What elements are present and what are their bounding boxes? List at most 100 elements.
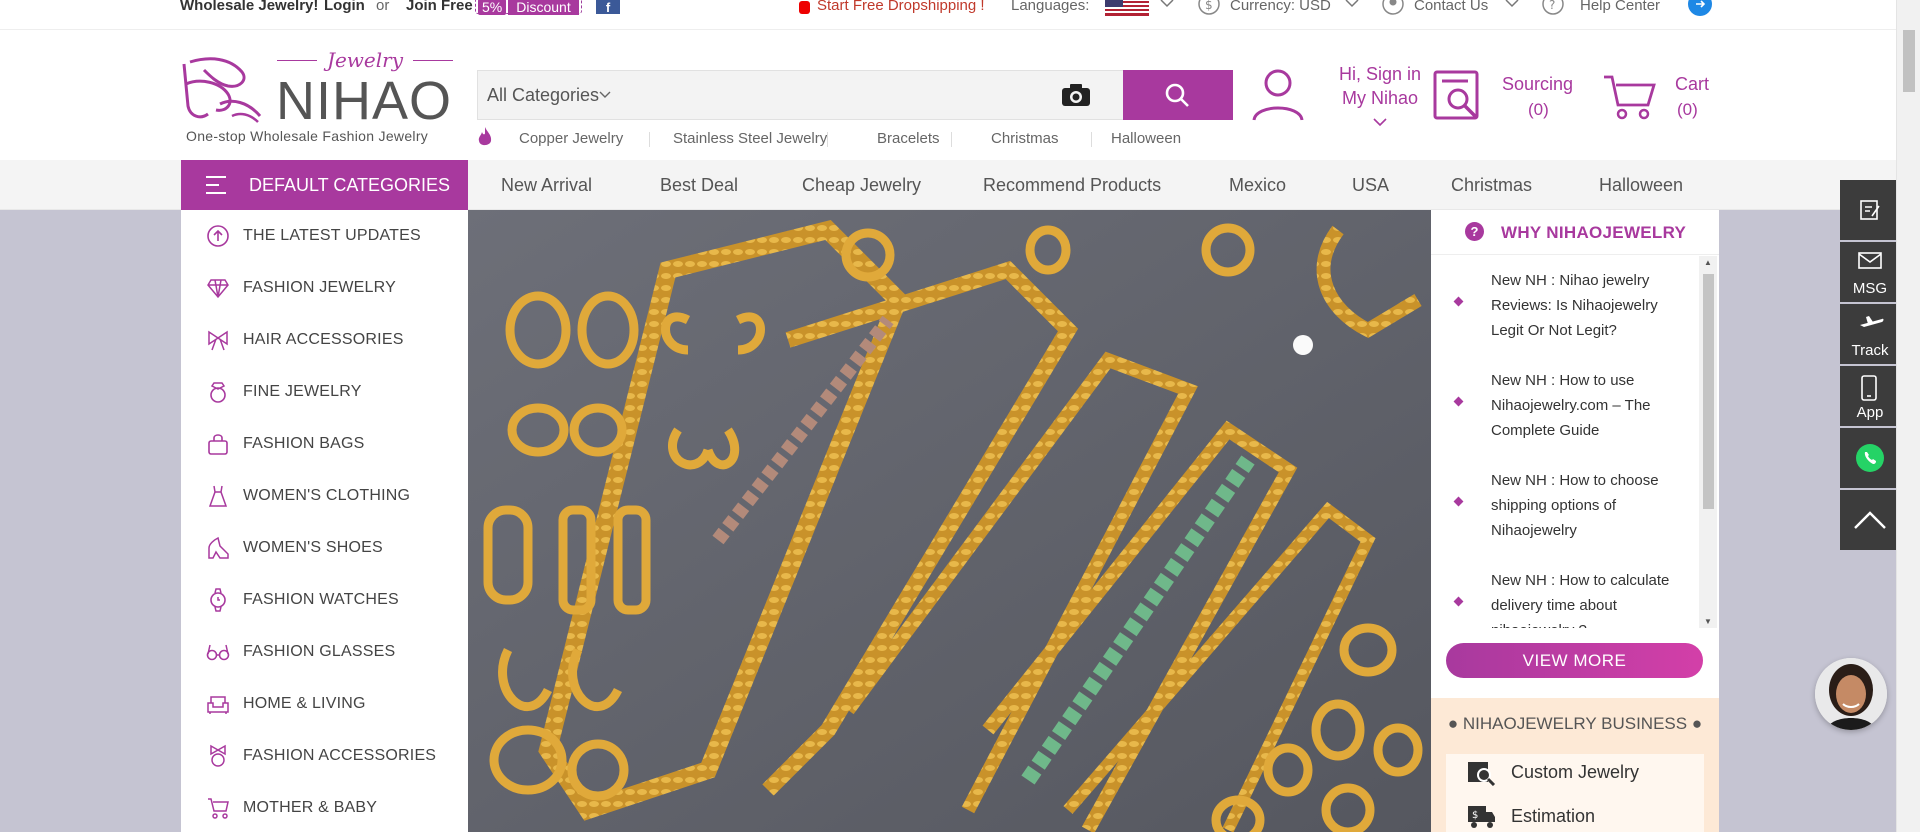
category-fashion-watches[interactable]: FASHION WATCHES: [181, 574, 468, 626]
category-mother-baby[interactable]: MOTHER & BABY: [181, 782, 468, 832]
category-label: MOTHER & BABY: [243, 799, 378, 816]
category-womens-shoes[interactable]: WOMEN'S SHOES: [181, 522, 468, 574]
hero-banner[interactable]: [468, 210, 1431, 832]
nav-halloween[interactable]: Halloween: [1599, 160, 1683, 210]
why-article-title: New NH : Nihao jewelry Reviews: Is Nihao…: [1491, 272, 1658, 339]
page-scroll-thumb[interactable]: [1903, 30, 1915, 92]
nav-cheap-jewelry[interactable]: Cheap Jewelry: [802, 160, 921, 210]
svg-text:$: $: [1472, 810, 1478, 821]
why-article[interactable]: New NH : How to use Nihaojewelry.com – T…: [1431, 356, 1696, 456]
whatsapp-tool[interactable]: [1840, 428, 1900, 488]
app-tool[interactable]: App: [1840, 366, 1900, 426]
page-scrollbar[interactable]: [1896, 0, 1920, 832]
discount-badge[interactable]: 5% Discount: [475, 0, 582, 15]
scroll-down-icon[interactable]: ▼: [1704, 617, 1712, 626]
why-article-title: New NH : How to choose shipping options …: [1491, 472, 1659, 539]
category-womens-clothing[interactable]: WOMEN'S CLOTHING: [181, 470, 468, 522]
cart-link[interactable]: Cart (0): [1602, 65, 1722, 135]
why-article[interactable]: New NH : How to calculate delivery time …: [1431, 556, 1696, 628]
why-article[interactable]: New NH : Nihao jewelry Reviews: Is Nihao…: [1431, 256, 1696, 356]
business-card: Custom Jewelry $ Estimation: [1446, 754, 1704, 832]
cart-label: Cart: [1675, 74, 1710, 94]
track-label: Track: [1851, 342, 1889, 359]
category-latest-updates[interactable]: THE LATEST UPDATES: [181, 210, 468, 262]
category-fashion-accessories[interactable]: FASHION ACCESSORIES: [181, 730, 468, 782]
logo-name-text: NIHAO: [276, 71, 453, 131]
category-label: FASHION JEWELRY: [243, 279, 396, 296]
hot-link-bracelets[interactable]: Bracelets: [877, 130, 940, 147]
flame-icon: [478, 127, 492, 146]
why-nihao-panel: ? WHY NIHAOJEWELRY New NH : Nihao jewelr…: [1431, 210, 1719, 832]
view-more-button[interactable]: VIEW MORE: [1446, 643, 1703, 678]
dropshipping-link[interactable]: Start Free Dropshipping !: [817, 0, 985, 13]
hamburger-icon: [206, 176, 226, 194]
diamond-bullet-icon: [1453, 396, 1464, 407]
contact-icon: [1381, 0, 1405, 18]
business-panel: ● NIHAOJEWELRY BUSINESS ● Custom Jewelry…: [1431, 698, 1719, 832]
sourcing-link[interactable]: Sourcing (0): [1430, 65, 1590, 135]
category-chevron-icon: [599, 91, 611, 98]
nav-best-deal[interactable]: Best Deal: [660, 160, 738, 210]
contact-link[interactable]: Contact Us: [1414, 0, 1488, 13]
contact-chevron-icon[interactable]: [1505, 0, 1519, 10]
default-categories-button[interactable]: DEFAULT CATEGORIES: [181, 160, 468, 210]
jewelry-banner-image: [468, 210, 1431, 832]
why-scrollbar[interactable]: ▲ ▼: [1699, 256, 1717, 628]
ring-icon: [210, 382, 226, 403]
support-chat-avatar[interactable]: [1815, 658, 1887, 730]
category-label: FINE JEWELRY: [243, 383, 362, 400]
hot-link-stainless[interactable]: Stainless Steel Jewelry: [673, 130, 827, 147]
category-fashion-glasses[interactable]: FASHION GLASSES: [181, 626, 468, 678]
discount-percent: 5%: [478, 0, 507, 15]
category-fashion-jewelry[interactable]: FASHION JEWELRY: [181, 262, 468, 314]
nav-mexico[interactable]: Mexico: [1229, 160, 1286, 210]
estimation-icon: $: [1468, 806, 1495, 828]
category-home-living[interactable]: HOME & LIVING: [181, 678, 468, 730]
currency-chevron-icon[interactable]: [1345, 0, 1359, 10]
scroll-up-icon[interactable]: ▲: [1704, 258, 1712, 267]
back-to-top-tool[interactable]: [1840, 490, 1900, 550]
currency-selector[interactable]: Currency: USD: [1230, 0, 1331, 13]
nav-new-arrival[interactable]: New Arrival: [501, 160, 592, 210]
category-hair-accessories[interactable]: HAIR ACCESSORIES: [181, 314, 468, 366]
camera-search-icon[interactable]: [1060, 82, 1100, 110]
airplane-icon: [1860, 316, 1884, 327]
app-label: App: [1856, 404, 1884, 421]
nav-recommend-products[interactable]: Recommend Products: [983, 160, 1161, 210]
hot-link-christmas[interactable]: Christmas: [991, 130, 1059, 147]
why-article[interactable]: New NH : How to choose shipping options …: [1431, 456, 1696, 556]
currency-icon: $: [1197, 0, 1221, 18]
us-flag-icon[interactable]: [1105, 0, 1149, 18]
why-scroll-thumb[interactable]: [1703, 274, 1714, 509]
hot-link-halloween[interactable]: Halloween: [1111, 130, 1181, 147]
nav-usa[interactable]: USA: [1352, 160, 1389, 210]
hot-link-copper[interactable]: Copper Jewelry: [519, 130, 623, 147]
search-input[interactable]: [616, 71, 1061, 119]
facebook-icon[interactable]: f: [596, 0, 620, 15]
login-link[interactable]: Login: [324, 0, 365, 13]
account-menu[interactable]: Hi, Sign in My Nihao: [1250, 60, 1430, 135]
search-category-select[interactable]: All Categories: [478, 71, 616, 119]
bowtie-accessory-icon: [210, 744, 226, 767]
sourcing-count: (0): [1528, 100, 1549, 119]
join-free-link[interactable]: Join Free: [406, 0, 473, 13]
help-center-link[interactable]: Help Center: [1580, 0, 1660, 13]
default-categories-label: DEFAULT CATEGORIES: [249, 175, 451, 195]
category-label: FASHION WATCHES: [243, 591, 399, 608]
language-chevron-icon[interactable]: [1160, 0, 1174, 10]
feedback-tool[interactable]: [1840, 180, 1900, 240]
category-fine-jewelry[interactable]: FINE JEWELRY: [181, 366, 468, 418]
bag-icon: [208, 434, 228, 455]
nav-christmas[interactable]: Christmas: [1451, 160, 1532, 210]
butterfly-logo-icon: [182, 57, 262, 123]
search-category-label: All Categories: [487, 85, 600, 105]
track-tool[interactable]: Track: [1840, 304, 1900, 364]
search-button[interactable]: [1123, 70, 1233, 120]
edit-note-icon: [1860, 200, 1880, 220]
category-fashion-bags[interactable]: FASHION BAGS: [181, 418, 468, 470]
glasses-icon: [206, 644, 230, 661]
msg-tool[interactable]: MSG: [1840, 242, 1900, 302]
top-bar: Wholesale Jewelry! Login or Join Free 5%…: [0, 0, 1896, 30]
nihao-logo[interactable]: Jewelry NIHAO One-stop Wholesale Fashion…: [180, 48, 455, 148]
logout-icon[interactable]: [1688, 0, 1712, 18]
